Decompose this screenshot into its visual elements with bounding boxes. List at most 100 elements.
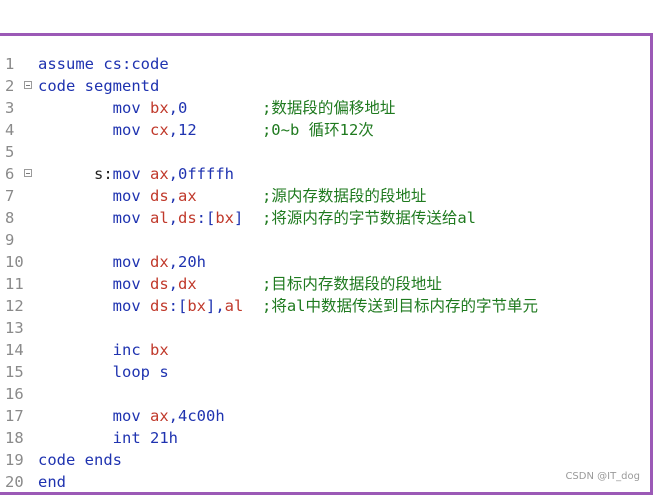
code-register: ax xyxy=(149,407,169,425)
code-token: s: xyxy=(38,165,113,183)
code-line[interactable]: 1 assume cs:code xyxy=(0,53,650,75)
code-comment: ;将al中数据传送到目标内存的字节单元 xyxy=(243,297,539,315)
code-text: end xyxy=(38,471,66,493)
code-line[interactable]: 19 code ends xyxy=(0,449,650,471)
code-text: int 21h xyxy=(38,427,178,449)
line-number: 17 xyxy=(5,407,24,425)
code-register: ds xyxy=(149,297,169,315)
code-token: mov xyxy=(38,99,150,117)
code-token: ] xyxy=(234,209,244,227)
code-text: code segmentd xyxy=(38,75,159,97)
code-line[interactable]: 18 int 21h xyxy=(0,427,650,449)
fold-collapse-icon[interactable] xyxy=(24,81,32,89)
code-line[interactable]: 10 mov dx,20h xyxy=(0,251,650,273)
code-token: , xyxy=(168,275,178,293)
code-token: ,20h xyxy=(168,253,206,271)
code-line[interactable]: 13 xyxy=(0,317,650,339)
line-number: 10 xyxy=(5,253,24,271)
code-token: mov xyxy=(38,121,150,139)
code-token: code ends xyxy=(38,451,122,469)
code-register: ax xyxy=(178,187,197,205)
code-text: assume cs:code xyxy=(38,53,169,75)
code-line[interactable]: 5 xyxy=(0,141,650,163)
line-number: 3 xyxy=(5,99,15,117)
code-token: mov xyxy=(112,165,150,183)
line-number: 8 xyxy=(5,209,15,227)
code-text: mov bx,0 ;数据段的偏移地址 xyxy=(38,97,396,119)
code-token: :[ xyxy=(196,209,216,227)
code-token: , xyxy=(168,187,178,205)
code-register: ds xyxy=(149,187,169,205)
code-token: mov xyxy=(38,275,150,293)
code-token: end xyxy=(38,473,66,491)
code-register: ds xyxy=(178,209,197,227)
line-number: 11 xyxy=(5,275,24,293)
code-line[interactable]: 7 mov ds,ax ;源内存数据段的段地址 xyxy=(0,185,650,207)
code-text: mov ds,ax ;源内存数据段的段地址 xyxy=(38,185,427,207)
line-number: 19 xyxy=(5,451,24,469)
code-token: inc xyxy=(38,341,150,359)
code-register: bx xyxy=(187,297,206,315)
code-line[interactable]: 15 loop s xyxy=(0,361,650,383)
code-line[interactable]: 11 mov ds,dx ;目标内存数据段的段地址 xyxy=(0,273,650,295)
line-number: 15 xyxy=(5,363,24,381)
line-number: 12 xyxy=(5,297,24,315)
code-text: loop s xyxy=(38,361,169,383)
code-register: cx xyxy=(149,121,169,139)
line-number: 18 xyxy=(5,429,24,447)
code-editor[interactable]: 1 assume cs:code 2 code segmentd 3 mov bx,0 … xyxy=(0,53,650,493)
watermark: CSDN @IT_dog xyxy=(565,471,640,482)
code-text: code ends xyxy=(38,449,122,471)
code-line[interactable]: 3 mov bx,0 ;数据段的偏移地址 xyxy=(0,97,650,119)
editor-frame: 1 assume cs:code 2 code segmentd 3 mov bx,0 … xyxy=(0,33,653,495)
code-token: :[ xyxy=(168,297,188,315)
line-number: 16 xyxy=(5,385,24,403)
code-text: mov ax,4c00h xyxy=(38,405,225,427)
line-number: 20 xyxy=(5,473,24,491)
code-line[interactable]: 14 inc bx xyxy=(0,339,650,361)
line-number: 13 xyxy=(5,319,24,337)
code-token: int 21h xyxy=(38,429,178,447)
code-line[interactable]: 6 s:mov ax,0ffffh xyxy=(0,163,650,185)
code-token: mov xyxy=(38,297,150,315)
code-line[interactable]: 9 xyxy=(0,229,650,251)
code-line[interactable]: 20 end xyxy=(0,471,650,493)
code-token: code segmentd xyxy=(38,77,160,95)
code-line[interactable]: 12 mov ds:[bx],al ;将al中数据传送到目标内存的字节单元 xyxy=(0,295,650,317)
code-comment: ;数据段的偏移地址 xyxy=(187,99,396,117)
code-token: ,0 xyxy=(168,99,188,117)
code-text: mov ds,dx ;目标内存数据段的段地址 xyxy=(38,273,442,295)
line-number: 4 xyxy=(5,121,15,139)
code-comment: ;源内存数据段的段地址 xyxy=(196,187,427,205)
code-register: al xyxy=(149,209,169,227)
code-token: mov xyxy=(38,407,150,425)
code-register: bx xyxy=(149,341,169,359)
code-register: ds xyxy=(149,275,169,293)
code-comment: ;目标内存数据段的段地址 xyxy=(196,275,442,293)
code-comment: ;将源内存的字节数据传送给al xyxy=(243,209,477,227)
code-token: , xyxy=(168,209,178,227)
code-token: ,0ffffh xyxy=(168,165,234,183)
code-line[interactable]: 8 mov al,ds:[bx] ;将源内存的字节数据传送给al xyxy=(0,207,650,229)
code-token: mov xyxy=(38,253,150,271)
code-comment: ;0~b 循环12次 xyxy=(196,121,374,139)
code-token: assume cs:code xyxy=(38,55,169,73)
line-number: 14 xyxy=(5,341,24,359)
code-line[interactable]: 16 xyxy=(0,383,650,405)
code-register: bx xyxy=(149,99,169,117)
code-register: ax xyxy=(149,165,169,183)
code-text: mov al,ds:[bx] ;将源内存的字节数据传送给al xyxy=(38,207,476,229)
fold-collapse-icon[interactable] xyxy=(24,169,32,177)
code-line[interactable]: 2 code segmentd xyxy=(0,75,650,97)
line-number: 1 xyxy=(5,55,15,73)
code-token: ], xyxy=(206,297,225,315)
code-line[interactable]: 4 mov cx,12 ;0~b 循环12次 xyxy=(0,119,650,141)
code-register: dx xyxy=(149,253,169,271)
code-text: inc bx xyxy=(38,339,169,361)
code-token: ,4c00h xyxy=(168,407,225,425)
code-text: s:mov ax,0ffffh xyxy=(38,163,234,185)
code-line[interactable]: 17 mov ax,4c00h xyxy=(0,405,650,427)
code-text: mov ds:[bx],al ;将al中数据传送到目标内存的字节单元 xyxy=(38,295,538,317)
code-register: dx xyxy=(178,275,197,293)
code-text: mov cx,12 ;0~b 循环12次 xyxy=(38,119,374,141)
